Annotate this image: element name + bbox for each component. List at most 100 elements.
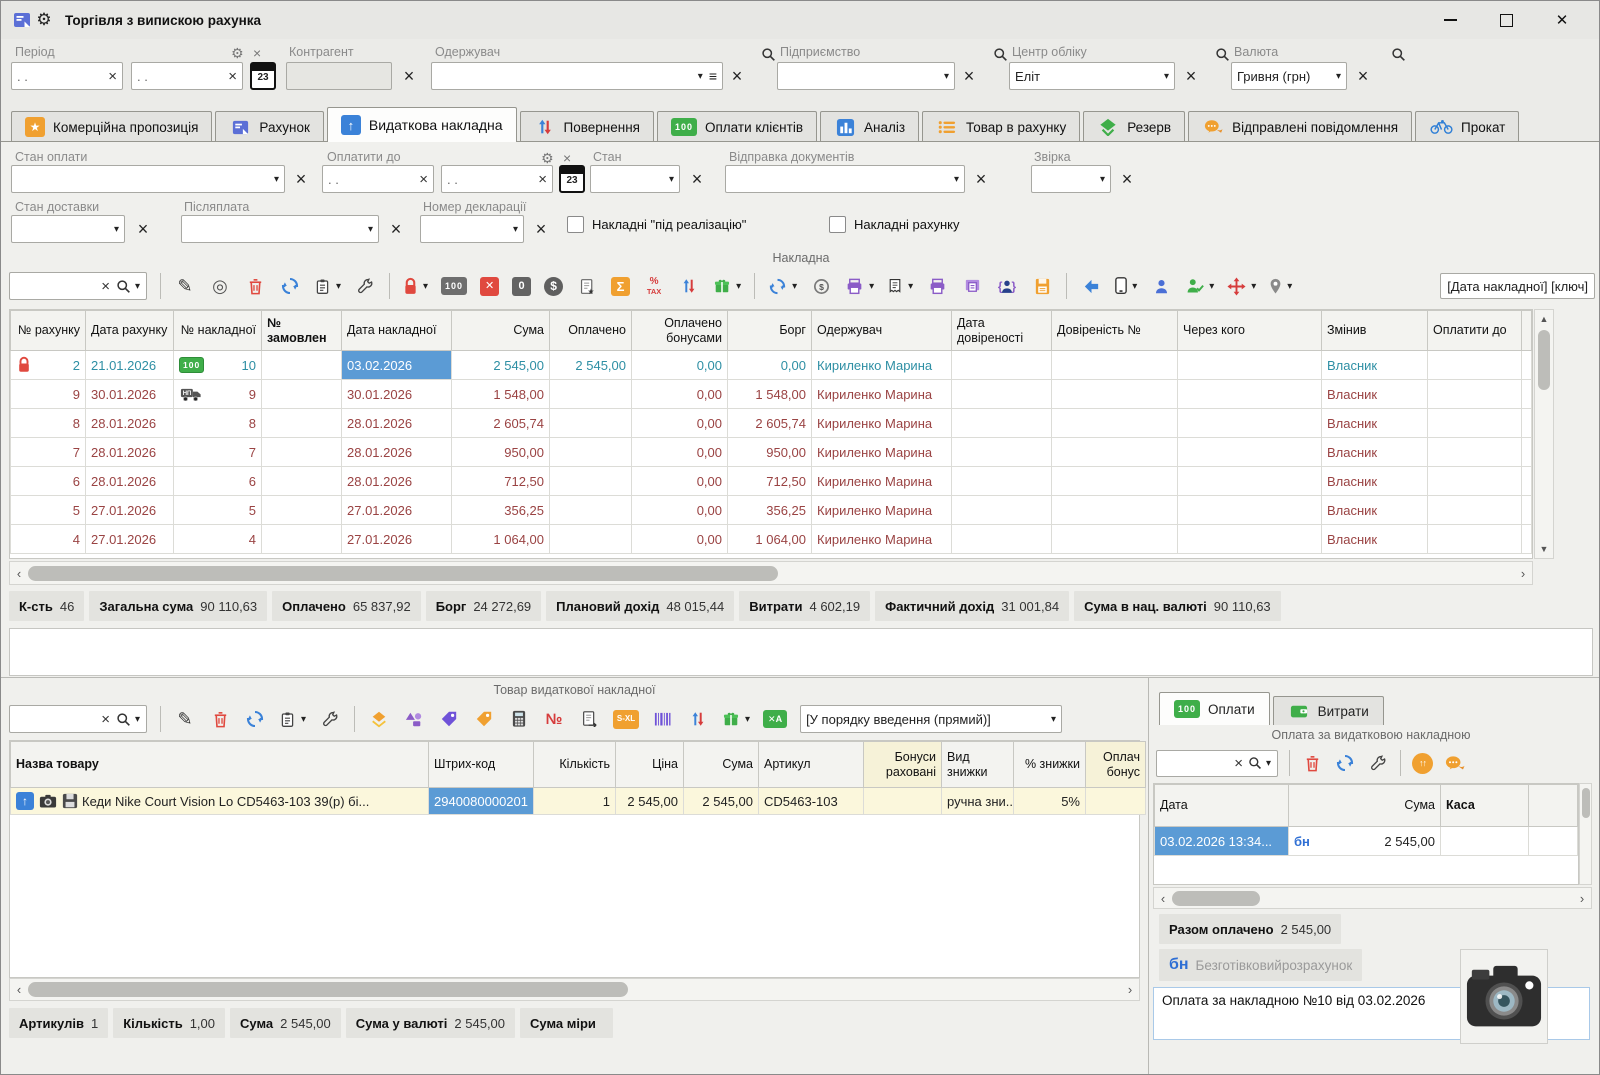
settings-gear-icon[interactable]: ⚙ <box>33 9 55 31</box>
upload-icon[interactable]: ↑ <box>16 792 34 810</box>
column-header[interactable]: Дата <box>1155 785 1289 827</box>
save-disk-icon[interactable] <box>61 793 78 810</box>
maximize-button[interactable] <box>1495 9 1517 31</box>
tab-returns[interactable]: Повернення <box>520 111 654 142</box>
column-header[interactable]: Оплачено <box>550 311 632 351</box>
document-export-icon[interactable] <box>578 707 600 731</box>
column-header[interactable]: № замовлен <box>262 311 342 351</box>
invoice-row[interactable]: 221.01.20261001003.02.20262 545,002 545,… <box>11 351 1532 380</box>
scroll-down-icon[interactable]: ▼ <box>1535 544 1553 558</box>
column-header[interactable]: Сума <box>684 742 759 788</box>
invoice-vertical-scrollbar[interactable]: ▲ ▼ <box>1534 309 1554 559</box>
scroll-up-icon[interactable]: ▲ <box>1535 310 1553 324</box>
refresh-icon[interactable] <box>244 707 266 731</box>
invoice-row[interactable]: 930.01.2026НП930.01.20261 548,000,001 54… <box>11 380 1532 409</box>
invoice-search-input[interactable]: ×▾ <box>9 272 147 300</box>
clipboard-icon[interactable]: ▾ <box>314 274 341 298</box>
cash-100-icon[interactable]: 100 <box>441 277 467 295</box>
scrollbar-thumb[interactable] <box>28 566 778 581</box>
state-clear-button[interactable]: × <box>687 165 707 193</box>
search-icon[interactable]: ▾ <box>1243 756 1271 770</box>
lock-icon[interactable]: ▾ <box>403 274 428 298</box>
docs-send-clear-button[interactable]: × <box>971 165 991 193</box>
sort-arrows-icon[interactable] <box>687 707 709 731</box>
delete-icon[interactable] <box>209 707 231 731</box>
order-select[interactable]: [У порядку введення (прямий)]▾ <box>800 705 1062 733</box>
invoice-row[interactable]: 628.01.2026628.01.2026712,500,00712,50Ки… <box>11 467 1532 496</box>
receipt-icon[interactable]: ▾ <box>887 274 913 298</box>
scroll-right-icon[interactable]: › <box>1121 982 1139 997</box>
calendar-button[interactable]: 23 <box>559 165 585 193</box>
search-icon[interactable]: ▾ <box>110 712 140 727</box>
invoice-note-area[interactable] <box>9 628 1593 676</box>
column-header[interactable]: Сума <box>452 311 550 351</box>
products-horizontal-scrollbar[interactable]: ‹ › <box>9 978 1140 1001</box>
clear-icon[interactable]: × <box>104 68 117 85</box>
column-header[interactable]: № рахунку <box>11 311 86 351</box>
delivery-state-select[interactable]: ▾ <box>11 215 125 243</box>
accounting-center-clear-button[interactable]: × <box>1181 62 1201 90</box>
payments-vertical-scrollbar[interactable] <box>1579 783 1592 885</box>
tab-commercial-offer[interactable]: ★Комерційна пропозиція <box>11 111 212 142</box>
enterprise-select[interactable]: ▾ <box>777 62 955 90</box>
payment-date-cell[interactable]: 03.02.2026 13:34... <box>1155 827 1289 856</box>
close-button[interactable]: ✕ <box>1551 9 1573 31</box>
settings-wrench-icon[interactable] <box>354 274 376 298</box>
settings-wrench-icon[interactable] <box>319 707 341 731</box>
tag-orange-icon[interactable] <box>473 707 495 731</box>
up-up-icon[interactable]: ↑↑ <box>1412 753 1433 774</box>
numero-icon[interactable]: № <box>543 707 565 731</box>
column-header[interactable]: Оплач бонус <box>1086 742 1146 788</box>
zero-box-icon[interactable]: 0 <box>512 277 531 296</box>
column-header[interactable]: Борг <box>728 311 812 351</box>
payment-state-clear-button[interactable]: × <box>291 165 311 193</box>
shapes-icon[interactable] <box>403 707 425 731</box>
document-star-icon[interactable]: ★ <box>576 274 598 298</box>
settings-wrench-icon[interactable] <box>1367 751 1389 775</box>
clear-icon[interactable]: × <box>97 278 110 295</box>
move-arrows-icon[interactable]: ▾ <box>1227 274 1256 298</box>
search-icon[interactable] <box>1215 47 1230 65</box>
scrollbar-thumb[interactable] <box>1172 891 1260 906</box>
layers-icon[interactable] <box>368 707 390 731</box>
products-search-input[interactable]: ×▾ <box>9 705 147 733</box>
sort-key-indicator[interactable]: [Дата накладної] [ключ] <box>1440 273 1595 299</box>
column-header[interactable]: Оплачено бонусами <box>632 311 728 351</box>
column-header[interactable]: № накладної <box>174 311 262 351</box>
period-clear-icon[interactable]: × <box>253 45 261 61</box>
cod-clear-button[interactable]: × <box>386 215 406 243</box>
period-to-input[interactable]: . .× <box>131 62 243 90</box>
print-preview-icon[interactable] <box>961 274 983 298</box>
receiver-select[interactable]: ▾≡ <box>431 62 723 90</box>
tab-analysis[interactable]: Аналіз <box>820 111 919 142</box>
currency-clear-button[interactable]: × <box>1353 62 1373 90</box>
payment-sum-cell[interactable]: бн2 545,00 <box>1289 827 1441 856</box>
column-header[interactable]: Ціна <box>616 742 684 788</box>
scrollbar-thumb[interactable] <box>28 982 628 997</box>
sort-arrows-icon[interactable] <box>678 274 700 298</box>
clear-icon[interactable]: × <box>1230 755 1243 772</box>
photo-icon[interactable] <box>38 793 57 809</box>
period-gear-icon[interactable]: ⚙ <box>231 45 244 62</box>
payment-row[interactable]: 03.02.2026 13:34... бн2 545,00 <box>1155 827 1578 856</box>
receiver-clear-button[interactable]: × <box>727 62 747 90</box>
cancel-box-icon[interactable]: ✕ <box>480 277 499 296</box>
delivery-state-clear-button[interactable]: × <box>133 215 153 243</box>
invoice-row[interactable]: 728.01.2026728.01.2026950,000,00950,00Ки… <box>11 438 1532 467</box>
currency-select[interactable]: Гривня (грн)▾ <box>1231 62 1347 90</box>
state-clear-icon[interactable]: × <box>563 150 571 166</box>
column-header[interactable]: Назва товару <box>11 742 429 788</box>
sigma-icon[interactable]: Σ <box>611 277 630 296</box>
column-header[interactable]: Артикул <box>759 742 864 788</box>
declaration-clear-button[interactable]: × <box>531 215 551 243</box>
tab-payments[interactable]: 100Оплати <box>1159 692 1270 725</box>
refresh-icon[interactable] <box>1334 751 1356 775</box>
column-header[interactable]: Сума <box>1289 785 1441 827</box>
kontragent-input[interactable] <box>286 62 392 90</box>
tab-expense-invoice[interactable]: ↑Видаткова накладна <box>327 107 517 142</box>
search-icon[interactable] <box>993 47 1008 65</box>
save-print-icon[interactable] <box>1031 274 1053 298</box>
back-arrow-icon[interactable] <box>1080 274 1102 298</box>
scroll-right-icon[interactable]: › <box>1573 891 1591 906</box>
tab-expenses[interactable]: Витрати <box>1273 696 1384 725</box>
